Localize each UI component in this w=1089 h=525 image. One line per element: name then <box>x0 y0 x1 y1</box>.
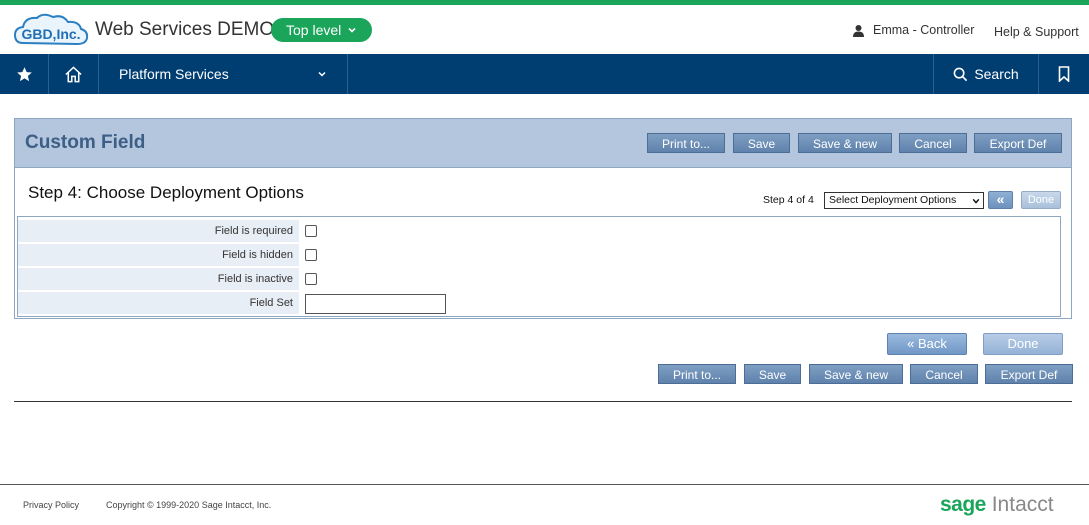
home-icon <box>65 65 82 82</box>
field-required-checkbox[interactable] <box>305 225 317 237</box>
entity-level-dropdown[interactable]: Top level <box>271 18 373 42</box>
done-button-top[interactable]: Done <box>1021 191 1061 209</box>
step-select-value: Select Deployment Options <box>829 194 957 206</box>
print-to-button-bottom[interactable]: Print to... <box>658 364 736 384</box>
privacy-policy-link[interactable]: Privacy Policy <box>23 500 79 510</box>
brand-sage: sage <box>940 493 986 516</box>
entity-level-label: Top level <box>286 22 342 38</box>
help-support-link[interactable]: Help & Support <box>994 25 1079 39</box>
cancel-button-bottom[interactable]: Cancel <box>910 364 978 384</box>
cancel-button[interactable]: Cancel <box>899 133 967 153</box>
user-menu[interactable]: Emma - Controller <box>852 23 974 37</box>
previous-step-button[interactable]: « <box>988 191 1013 209</box>
back-button[interactable]: « Back <box>887 333 967 355</box>
step-title: Step 4: Choose Deployment Options <box>28 183 304 202</box>
panel-header: Custom Field Print to... Save Save & new… <box>15 119 1071 168</box>
deployment-options-form: Field is required Field is hidden Field … <box>17 216 1061 317</box>
page-title: Custom Field <box>25 132 146 153</box>
field-label: Field Set <box>18 292 299 315</box>
star-icon <box>16 66 32 81</box>
chevron-down-icon <box>318 71 326 77</box>
export-def-button[interactable]: Export Def <box>974 133 1062 153</box>
bookmark-icon <box>1058 66 1069 82</box>
user-icon <box>853 24 864 37</box>
save-button[interactable]: Save <box>733 133 790 153</box>
home-button[interactable] <box>49 54 99 94</box>
field-inactive-checkbox[interactable] <box>305 273 317 285</box>
app-header: GBD,Inc. Web Services DEMO Top level Emm… <box>0 5 1089 54</box>
field-hidden-checkbox[interactable] <box>305 249 317 261</box>
save-and-new-button[interactable]: Save & new <box>798 133 892 153</box>
field-label: Field is required <box>18 220 299 243</box>
export-def-button-bottom[interactable]: Export Def <box>985 364 1073 384</box>
search-button[interactable]: Search <box>933 54 1039 94</box>
field-set-input[interactable] <box>305 294 446 314</box>
company-logo[interactable]: GBD,Inc. <box>13 13 89 49</box>
custom-field-panel: Custom Field Print to... Save Save & new… <box>14 118 1072 319</box>
user-name: Emma - Controller <box>873 23 975 37</box>
chevron-down-icon <box>348 27 356 33</box>
step-select[interactable]: Select Deployment Options <box>824 192 984 209</box>
sage-intacct-logo: sage Intacct <box>940 493 1054 517</box>
copyright-text: Copyright © 1999-2020 Sage Intacct, Inc. <box>106 500 272 510</box>
favorites-button[interactable] <box>0 54 49 94</box>
print-to-button[interactable]: Print to... <box>647 133 725 153</box>
search-label: Search <box>974 66 1019 82</box>
form-row-hidden: Field is hidden <box>18 244 1060 268</box>
svg-text:GBD,Inc.: GBD,Inc. <box>21 26 80 42</box>
platform-services-menu[interactable]: Platform Services <box>99 54 348 94</box>
app-title: Web Services DEMO <box>95 19 275 40</box>
search-icon <box>953 67 968 81</box>
content-divider <box>14 401 1072 402</box>
save-and-new-button-bottom[interactable]: Save & new <box>809 364 903 384</box>
footer-divider <box>0 484 1089 485</box>
platform-services-label: Platform Services <box>119 66 229 82</box>
form-row-required: Field is required <box>18 220 1060 244</box>
form-row-field-set: Field Set <box>18 292 1060 316</box>
chevron-down-icon <box>972 198 980 204</box>
bookmark-button[interactable] <box>1038 54 1089 94</box>
field-label: Field is inactive <box>18 268 299 291</box>
form-row-inactive: Field is inactive <box>18 268 1060 292</box>
done-button[interactable]: Done <box>983 333 1063 355</box>
step-counter: Step 4 of 4 <box>763 194 814 206</box>
brand-intacct: Intacct <box>991 493 1054 516</box>
main-nav: Platform Services Search <box>0 54 1089 94</box>
field-label: Field is hidden <box>18 244 299 267</box>
save-button-bottom[interactable]: Save <box>744 364 801 384</box>
